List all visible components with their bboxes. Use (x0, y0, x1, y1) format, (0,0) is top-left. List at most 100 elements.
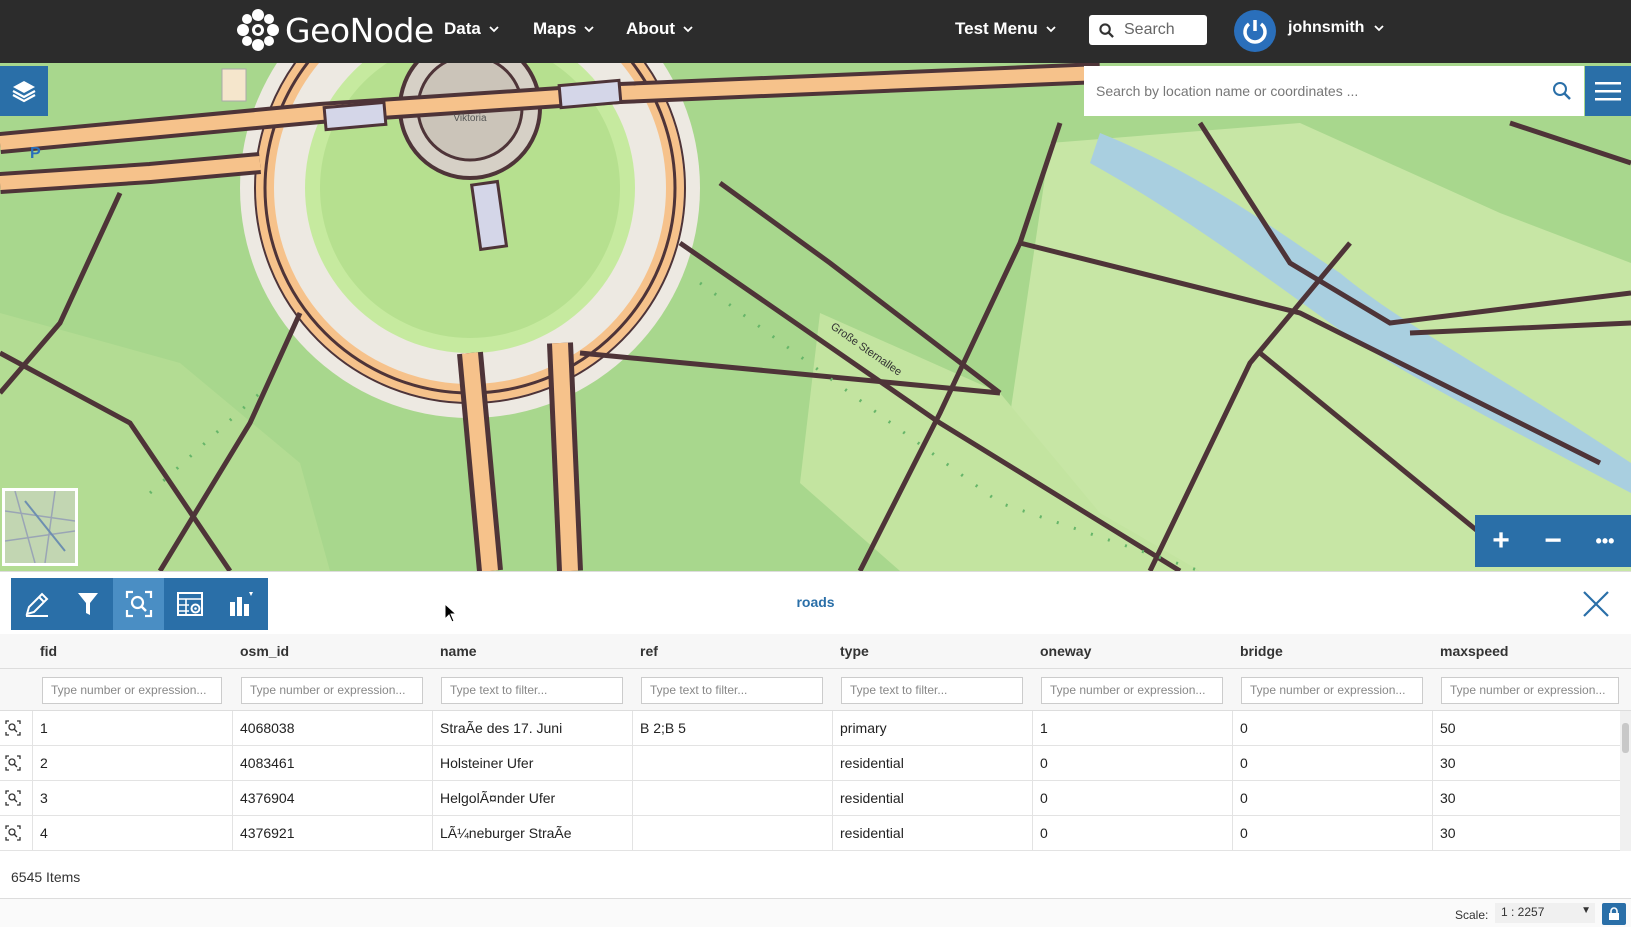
table-row[interactable]: 2 4083461 Holsteiner Ufer residential 0 … (0, 746, 1620, 781)
zoom-controls: + − ••• (1475, 515, 1631, 567)
cell-type: primary (840, 720, 887, 736)
cell-osm-id: 4083461 (240, 755, 295, 771)
cell-oneway: 0 (1040, 825, 1048, 841)
cell-oneway: 0 (1040, 790, 1048, 806)
column-header-ref[interactable]: ref (640, 643, 658, 659)
close-icon[interactable] (1580, 588, 1612, 620)
cell-name: StraÃe des 17. Juni (440, 720, 563, 736)
column-header-maxspeed[interactable]: maxspeed (1440, 643, 1508, 659)
zoom-to-feature-icon[interactable] (5, 755, 21, 771)
zoom-out-button[interactable]: − (1527, 515, 1579, 567)
filter-input-osm-id[interactable]: Type number or expression... (241, 677, 423, 704)
cell-oneway: 1 (1040, 720, 1048, 736)
more-tools-button[interactable]: ••• (1579, 515, 1631, 567)
cell-name: HelgolÃ¤nder Ufer (440, 790, 556, 806)
zoom-to-feature-icon[interactable] (5, 790, 21, 806)
power-icon (1243, 20, 1267, 44)
filter-input-maxspeed[interactable]: Type number or expression... (1441, 677, 1619, 704)
zoom-to-feature-icon[interactable] (5, 825, 21, 841)
map-basemap[interactable]: Viktoria P Große Sternallee (0, 63, 1631, 571)
nav-test-menu-label: Test Menu (955, 19, 1038, 38)
column-header-type[interactable]: type (840, 643, 869, 659)
column-header-fid[interactable]: fid (40, 643, 57, 659)
burger-menu-button[interactable] (1585, 66, 1631, 116)
cell-maxspeed: 30 (1440, 825, 1456, 841)
search-icon[interactable] (1552, 81, 1572, 101)
nav-menu-about[interactable]: About (626, 19, 693, 39)
hamburger-icon (1595, 82, 1621, 101)
column-header-bridge[interactable]: bridge (1240, 643, 1283, 659)
user-menu[interactable]: johnsmith (1288, 19, 1385, 37)
cell-osm-id: 4376921 (240, 825, 295, 841)
nav-menu-about-label: About (626, 19, 676, 38)
table-row[interactable]: 4 4376921 LÃ¼neburger StraÃe residential… (0, 816, 1620, 851)
filter-input-ref[interactable]: Type text to filter... (641, 677, 823, 704)
geonode-logo[interactable]: GeoNode (237, 6, 434, 54)
chevron-down-icon (489, 26, 499, 33)
overview-minimap[interactable] (2, 488, 78, 566)
cell-fid: 2 (40, 755, 48, 771)
location-search-input[interactable]: Search by location name or coordinates .… (1084, 66, 1584, 116)
label-parking: P (30, 145, 41, 162)
cell-fid: 3 (40, 790, 48, 806)
chevron-down-icon (683, 26, 693, 33)
user-name-label: johnsmith (1288, 19, 1365, 36)
column-header-osm-id[interactable]: osm_id (240, 643, 289, 659)
label-victoria: Viktoria (453, 113, 487, 124)
layer-title: roads (796, 594, 835, 610)
nav-test-menu[interactable]: Test Menu (955, 19, 1056, 39)
item-count: 6545 Items (11, 869, 81, 885)
column-header-name[interactable]: name (440, 643, 477, 659)
nav-search-input[interactable]: Search (1089, 15, 1207, 45)
map-footer: Scale: 1 : 2257 ▼ (0, 898, 1631, 927)
table-row[interactable]: 1 4068038 StraÃe des 17. Juni B 2;B 5 pr… (0, 711, 1620, 746)
cell-maxspeed: 30 (1440, 790, 1456, 806)
nav-menu-data-label: Data (444, 19, 481, 38)
vertical-scrollbar[interactable] (1620, 711, 1631, 851)
filter-input-name[interactable]: Type text to filter... (441, 677, 623, 704)
nav-menu-data[interactable]: Data (444, 19, 499, 39)
nav-menu-maps[interactable]: Maps (533, 19, 595, 39)
filter-row: Type number or expression... Type number… (0, 669, 1631, 711)
filter-input-bridge[interactable]: Type number or expression... (1241, 677, 1423, 704)
cell-osm-id: 4376904 (240, 790, 295, 806)
table-row[interactable]: 3 4376904 HelgolÃ¤nder Ufer residential … (0, 781, 1620, 816)
cell-bridge: 0 (1240, 755, 1248, 771)
map-viewer[interactable]: Viktoria P Große Sternallee Search by lo… (0, 63, 1631, 571)
cell-type: residential (840, 790, 904, 806)
cell-name: LÃ¼neburger StraÃe (440, 825, 572, 841)
column-header-oneway[interactable]: oneway (1040, 643, 1091, 659)
nav-menu-maps-label: Maps (533, 19, 577, 38)
search-icon (1099, 22, 1114, 38)
cell-oneway: 0 (1040, 755, 1048, 771)
feature-grid-panel: roads fid osm_id name ref type oneway br… (0, 571, 1631, 927)
table-header: fid osm_id name ref type oneway bridge m… (0, 634, 1631, 669)
cell-type: residential (840, 825, 904, 841)
filter-input-fid[interactable]: Type number or expression... (42, 677, 222, 704)
geonode-flower-icon (237, 9, 279, 51)
cell-maxspeed: 50 (1440, 720, 1456, 736)
filter-input-oneway[interactable]: Type number or expression... (1041, 677, 1223, 704)
caret-down-icon: ▼ (1581, 905, 1591, 916)
chevron-down-icon (1374, 25, 1385, 32)
zoom-to-feature-icon[interactable] (5, 720, 21, 736)
cell-bridge: 0 (1240, 790, 1248, 806)
cell-fid: 1 (40, 720, 48, 736)
chevron-down-icon (584, 26, 595, 33)
cell-name: Holsteiner Ufer (440, 755, 534, 771)
layers-icon (12, 81, 36, 103)
location-search-placeholder: Search by location name or coordinates .… (1096, 83, 1359, 99)
scale-label: Scale: (1455, 908, 1489, 922)
chevron-down-icon (1046, 26, 1056, 33)
lock-icon (1609, 907, 1619, 920)
layers-toggle-button[interactable] (0, 66, 48, 116)
cell-type: residential (840, 755, 904, 771)
lock-button[interactable] (1602, 903, 1626, 925)
nav-search-placeholder: Search (1124, 21, 1175, 38)
user-avatar[interactable] (1234, 10, 1276, 52)
scale-value: 1 : 2257 (1501, 905, 1545, 919)
scale-select[interactable]: 1 : 2257 ▼ (1495, 903, 1595, 923)
cell-bridge: 0 (1240, 720, 1248, 736)
filter-input-type[interactable]: Type text to filter... (841, 677, 1023, 704)
zoom-in-button[interactable]: + (1475, 515, 1527, 567)
